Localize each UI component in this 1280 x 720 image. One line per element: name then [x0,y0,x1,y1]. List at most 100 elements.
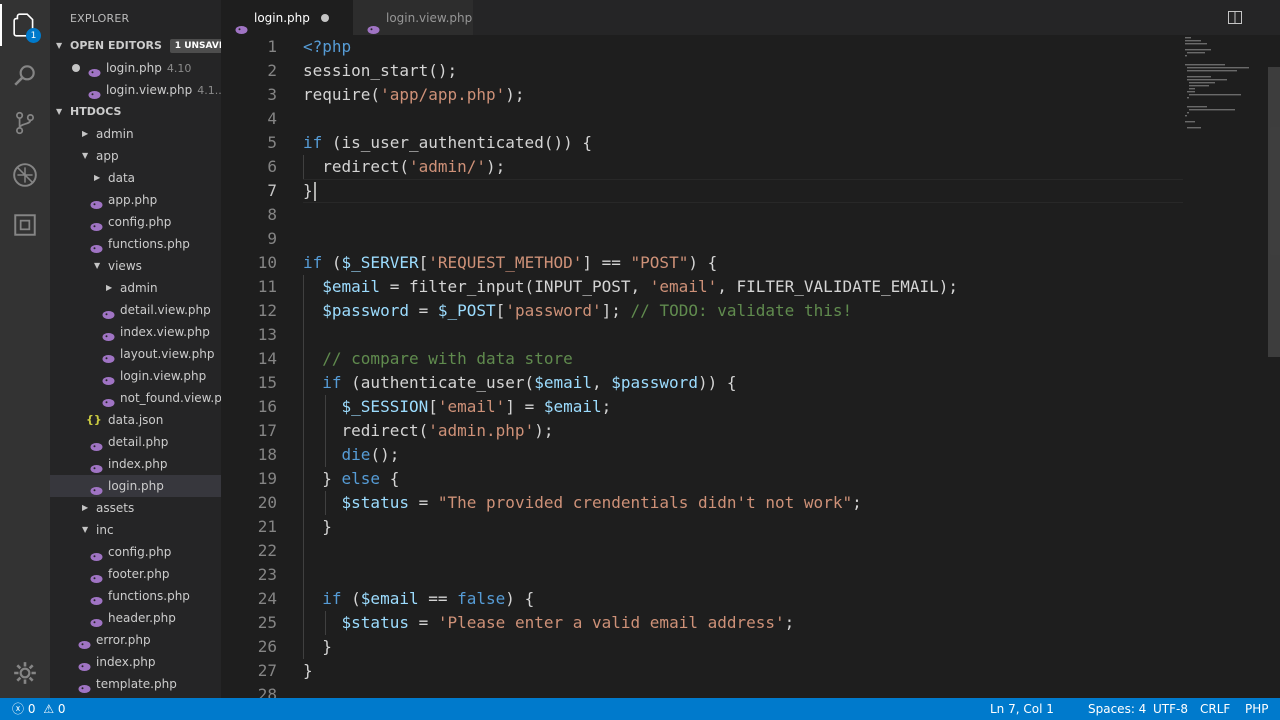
tree-file[interactable]: index.php [50,651,221,673]
code-text: redirect('admin.php'); [303,419,554,443]
tab-0[interactable]: login.php [221,0,353,35]
error-count: 0 [27,702,36,716]
open-editors-header[interactable]: ▼ OPEN EDITORS 1 UNSAVED [50,35,221,57]
code-token: $email [322,277,381,296]
code-token: ( [322,253,342,272]
php-file-icon [90,591,103,605]
code-text: if (authenticate_user($email, $password)… [303,371,736,395]
indentation[interactable]: Spaces: 4 [1088,698,1146,720]
tree-folder[interactable]: ▶ admin [50,277,221,299]
tree-file[interactable]: functions.php [50,585,221,607]
line-number: 18 [257,445,277,464]
end-of-line[interactable]: CRLF [1200,698,1230,720]
tree-file[interactable]: header.php [50,607,221,629]
tree-file[interactable]: config.php [50,211,221,233]
tree-file[interactable]: not_found.view.php [50,387,221,409]
code-line: 5 if (is_user_authenticated()) { [221,131,1171,155]
language-mode[interactable]: PHP [1245,698,1269,720]
code-token: $status [341,493,409,512]
unsaved-badge: 1 UNSAVED [169,39,221,53]
vertical-scrollbar[interactable] [1268,67,1280,357]
code-text: redirect('admin/'); [303,155,505,179]
tree-folder[interactable]: ▶ data [50,167,221,189]
code-token: ) { [505,589,535,608]
encoding[interactable]: UTF-8 [1153,698,1188,720]
warning-icon: ⚠ [43,702,55,716]
code-token: "The provided crendentials didn't not wo… [437,493,853,512]
split-editor-icon[interactable] [1228,11,1242,24]
code-token: } [303,181,313,200]
tree-file[interactable]: index.php [50,453,221,475]
tree-label: login.php [108,479,164,493]
tree-file[interactable]: functions.php [50,233,221,255]
code-token: $_POST [437,301,496,320]
debug-icon[interactable] [0,152,50,198]
tree-folder[interactable]: ▶ assets [50,497,221,519]
workspace-header[interactable]: ▼ HTDOCS [50,101,221,123]
tree-folder[interactable]: ▶ admin [50,123,221,145]
code-line: 8 [221,203,1171,227]
tree-label: inc [96,523,114,537]
indent-guide [325,491,326,515]
line-number: 3 [267,85,277,104]
chevron-down-icon: ▼ [82,151,89,160]
php-file-icon [90,239,103,253]
code-token: ( [341,589,361,608]
tree-file[interactable]: template.php [50,673,221,695]
tree-file[interactable]: login.php [50,475,221,497]
open-editors-list: login.php4.10 login.view.php4.1... [50,57,221,101]
source-control-icon[interactable] [0,100,50,146]
code-token: redirect( [303,421,429,440]
problems-indicator[interactable]: ⓧ 0 ⚠ 0 [12,698,66,720]
code-text: } else { [303,467,399,491]
open-editor-item[interactable]: login.php 4.10 [50,57,221,79]
code-token: } [303,469,342,488]
tab-label: login.view.php [386,11,473,25]
php-file-icon [102,327,115,341]
code-editor[interactable]: 1 <?php 2 session_start(); 3 require('app/app… [221,35,1280,698]
explorer-icon[interactable]: 1 [0,2,50,48]
open-editor-item[interactable]: login.view.php4.1... [50,79,221,101]
unsaved-dot-icon[interactable] [321,14,329,22]
code-token: $_SESSION [341,397,429,416]
tree-file[interactable]: error.php [50,629,221,651]
chevron-down-icon: ▼ [56,107,63,116]
extensions-icon[interactable] [0,202,50,248]
tab-1[interactable]: login.view.php [353,0,473,35]
code-line: 14 // compare with data store [221,347,1171,371]
cursor-position[interactable]: Ln 7, Col 1 [990,698,1054,720]
tree-file[interactable]: layout.view.php [50,343,221,365]
code-text: $status = "The provided crendentials did… [303,491,862,515]
code-token: 'Please enter a valid email address' [437,613,785,632]
open-editor-path: 4.10 [166,62,192,75]
php-file-icon [90,481,103,495]
tree-file[interactable]: detail.php [50,431,221,453]
code-token: (is_user_authenticated()) { [322,133,592,152]
minimap[interactable] [1179,35,1267,135]
php-file-icon [78,635,91,649]
line-number: 6 [267,157,277,176]
code-line: 6 redirect('admin/'); [221,155,1171,179]
code-token: require( [303,85,381,104]
search-icon[interactable] [0,52,50,98]
tree-file[interactable]: app.php [50,189,221,211]
tree-file[interactable]: {} data.json [50,409,221,431]
php-file-icon [78,657,91,671]
code-token: // compare with data store [322,349,573,368]
code-token: 'admin/' [408,157,487,176]
tree-file[interactable]: detail.view.php [50,299,221,321]
indent-guide [325,611,326,635]
tree-file[interactable]: config.php [50,541,221,563]
tree-file[interactable]: footer.php [50,563,221,585]
tree-folder[interactable]: ▼ app [50,145,221,167]
line-number: 23 [257,565,277,584]
tree-file[interactable]: index.view.php [50,321,221,343]
tree-folder[interactable]: ▼ views [50,255,221,277]
tree-file[interactable]: login.view.php [50,365,221,387]
tree-label: header.php [108,611,176,625]
tree-folder[interactable]: ▼ inc [50,519,221,541]
gear-icon[interactable] [0,650,50,696]
